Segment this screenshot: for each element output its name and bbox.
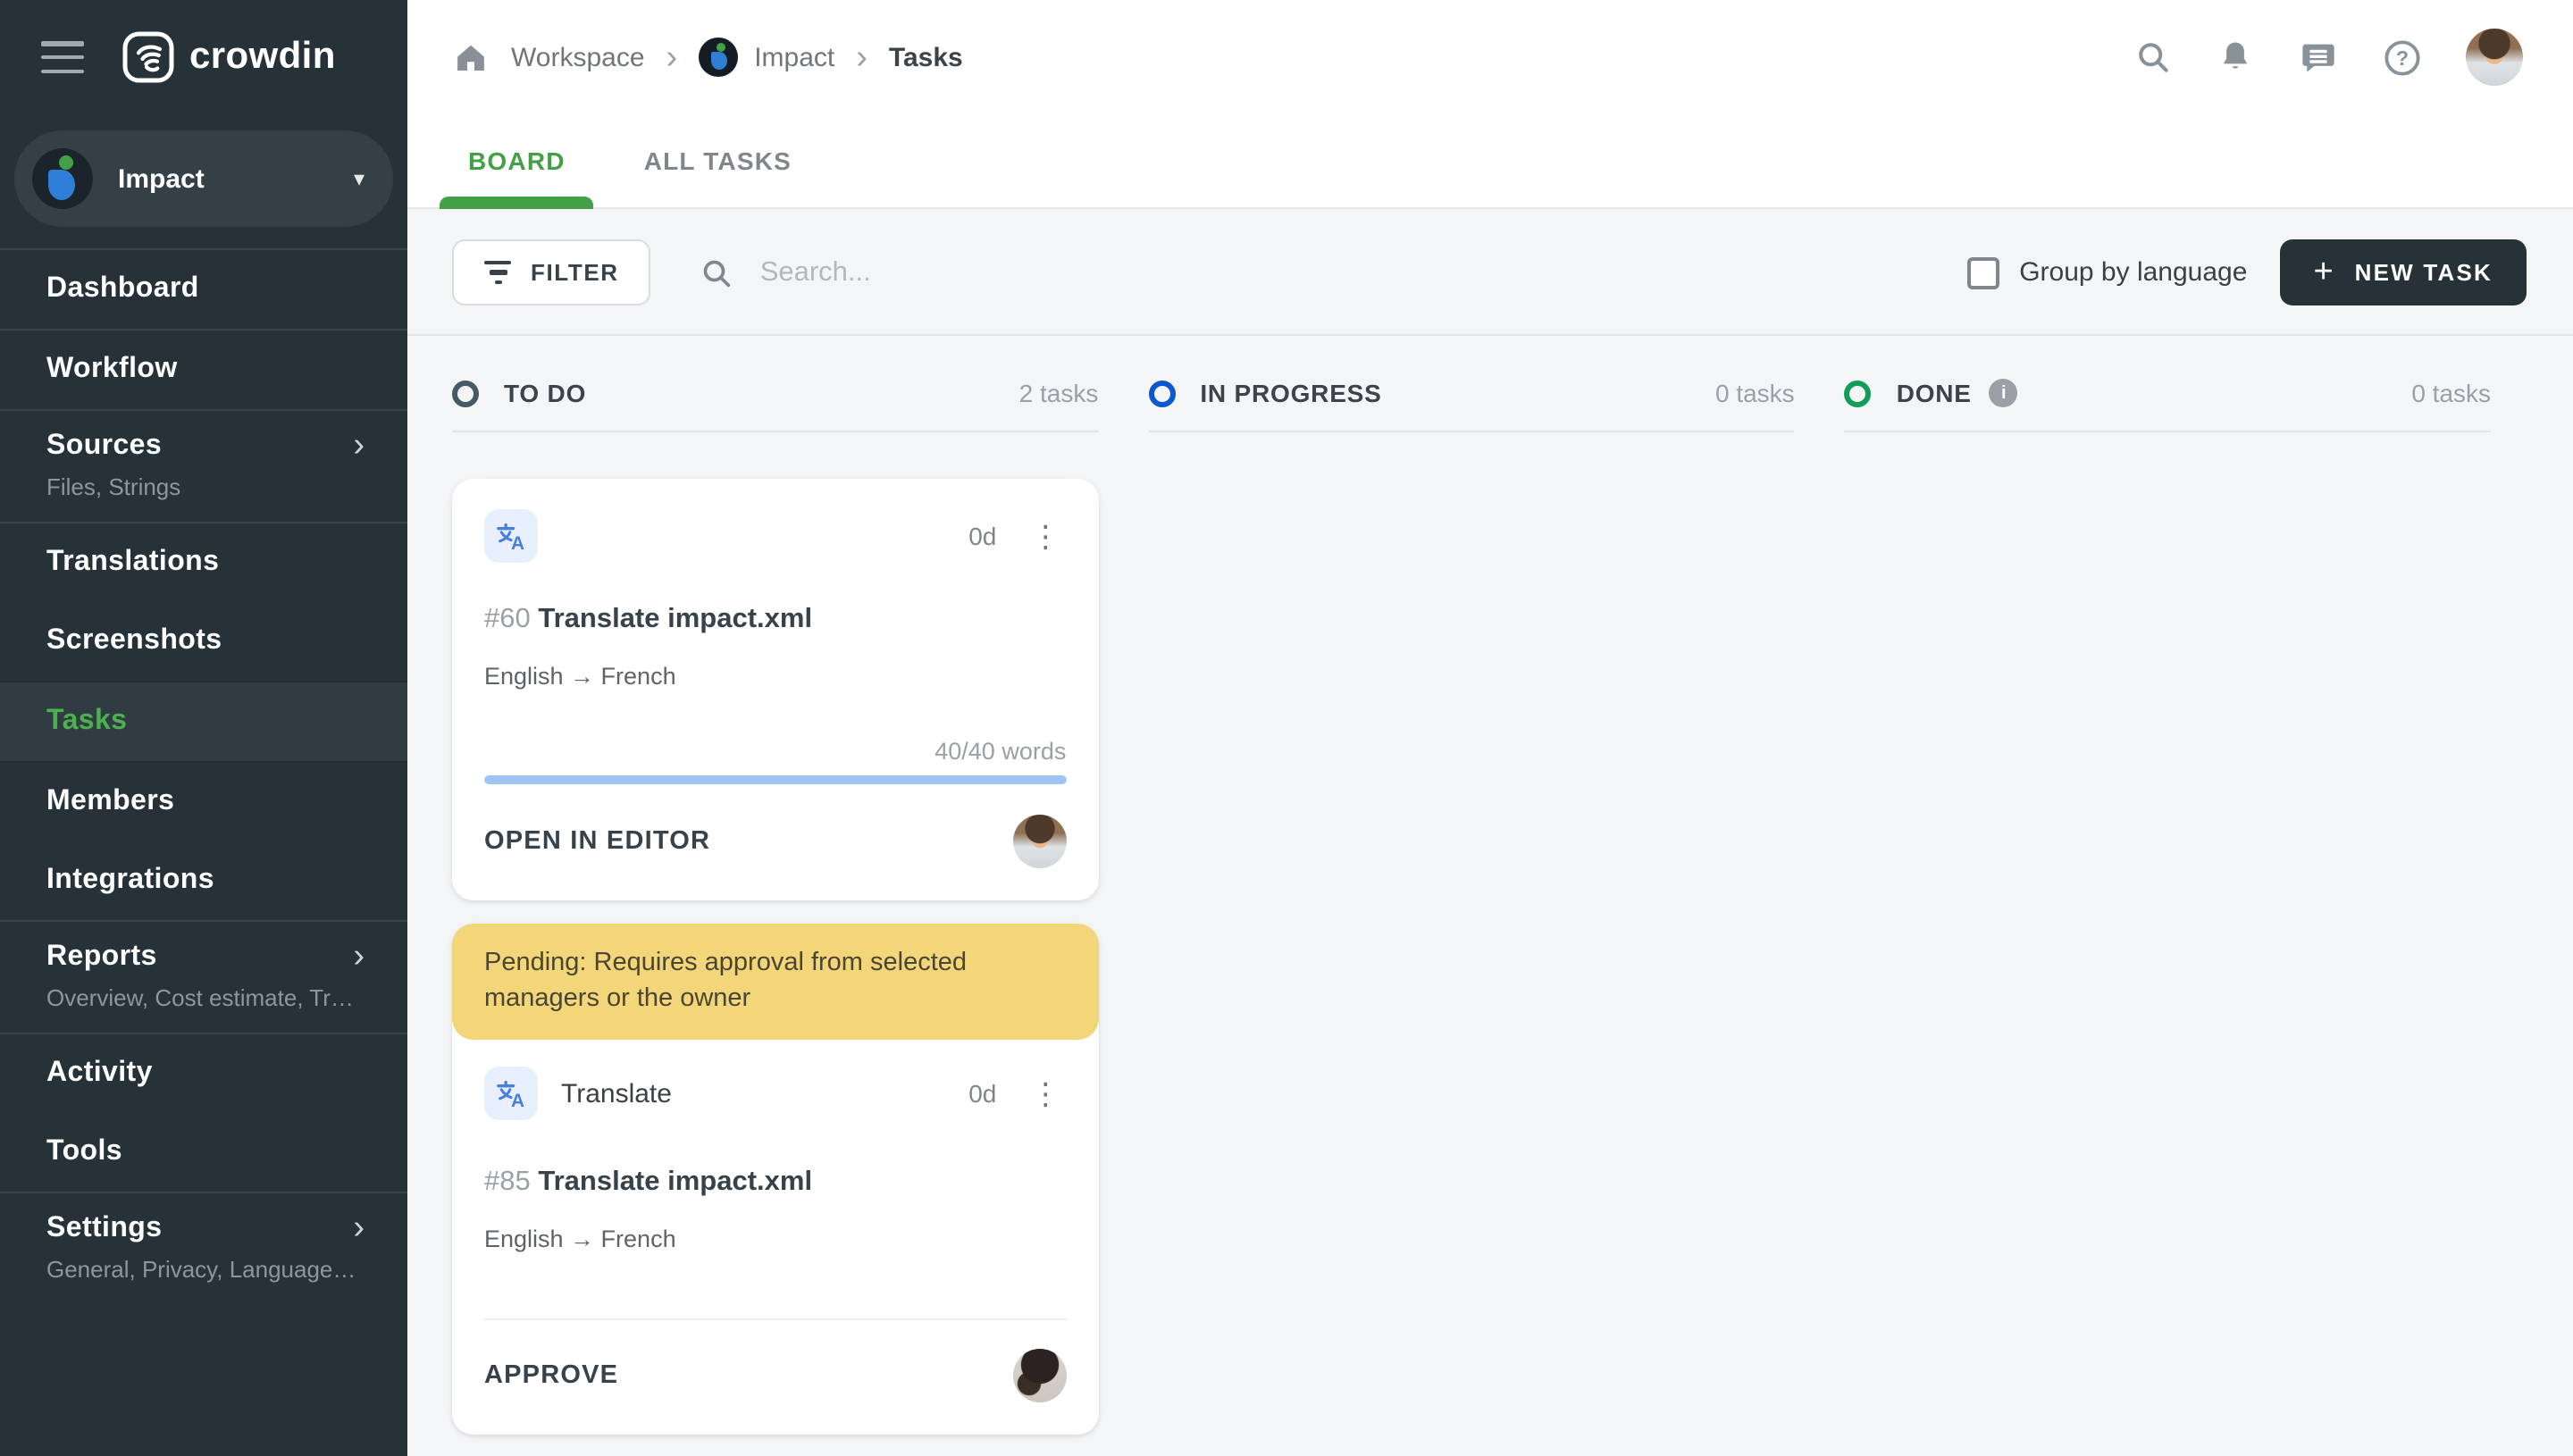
chevron-right-icon: › [353,427,365,464]
group-by-language-checkbox[interactable] [1967,256,2000,289]
pending-approval-banner: Pending: Requires approval from selected… [452,924,1099,1040]
page-header: Workspace › Impact › Tasks ? BOARD ALL T… [407,0,2573,209]
breadcrumb-workspace[interactable]: Workspace [511,42,645,72]
tabs: BOARD ALL TASKS [407,113,842,209]
sidebar-item-integrations[interactable]: Integrations [0,841,407,922]
svg-text:A: A [511,1091,524,1111]
sidebar-item-tools[interactable]: Tools [0,1113,407,1193]
sidebar-item-screenshots[interactable]: Screenshots [0,602,407,681]
task-card-85[interactable]: Pending: Requires approval from selected… [452,924,1099,1435]
help-icon[interactable]: ? [2382,37,2423,78]
task-id: #60 [484,604,531,634]
home-icon[interactable] [452,38,490,76]
new-task-button[interactable]: + NEW TASK [2279,239,2527,305]
header-actions: ? [2133,29,2523,86]
assignee-avatar [1012,815,1067,868]
chevron-down-icon: ▾ [353,166,365,191]
svg-text:A: A [511,533,524,554]
task-due: 0d [968,522,997,550]
sidebar-item-settings[interactable]: Settings › General, Privacy, Languages, … [0,1193,407,1304]
sidebar-item-subtitle: General, Privacy, Languages, Q… [46,1256,365,1283]
card-divider [484,1318,1067,1320]
approve-button[interactable]: APPROVE [484,1361,618,1390]
column-done: DONE i 0 tasks [1844,379,2492,1435]
breadcrumb-separator-icon: › [856,38,867,76]
breadcrumb-separator-icon: › [666,38,678,76]
assignee-avatar [1012,1349,1067,1402]
task-words-progress: 40/40 words [934,738,1067,765]
sidebar-item-translations[interactable]: Translations [0,523,407,602]
info-icon[interactable]: i [1989,379,2018,407]
sidebar-item-subtitle: Files, Strings [46,473,181,500]
translate-task-icon: A [484,509,538,563]
crowdin-tasks-page: crowdin Impact ▾ Dashboard Workflow Sour… [0,0,2573,1456]
kanban-board: TO DO 2 tasks A 0d ⋮ #60 Translate impac… [407,336,2573,1435]
sidebar-item-tasks[interactable]: Tasks [0,681,407,763]
task-due: 0d [968,1079,997,1108]
brand-name: crowdin [189,36,336,77]
column-header-in-progress: IN PROGRESS 0 tasks [1148,379,1795,432]
plus-icon: + [2313,253,2334,290]
sidebar-item-reports[interactable]: Reports › Overview, Cost estimate, Trans… [0,922,407,1034]
messages-icon[interactable] [2298,37,2339,78]
sidebar-item-activity[interactable]: Activity [0,1034,407,1113]
tab-all-tasks[interactable]: ALL TASKS [616,113,820,207]
task-language-pair: English → French [484,1226,676,1252]
task-card-60[interactable]: A 0d ⋮ #60 Translate impact.xml English … [452,479,1099,900]
toolbar: FILTER Group by language + NEW TASK [452,239,2527,305]
project-avatar [32,148,93,209]
task-language-pair: English → French [484,663,676,690]
tab-board[interactable]: BOARD [440,113,594,209]
todo-status-icon [452,380,479,406]
sidebar-item-sources[interactable]: Sources › Files, Strings [0,411,407,523]
task-id: #85 [484,1167,531,1197]
project-switcher[interactable]: Impact ▾ [14,130,393,227]
in-progress-status-icon [1148,380,1176,406]
project-name: Impact [118,163,205,194]
search-input[interactable] [756,255,1328,290]
breadcrumb-project-avatar [699,38,739,77]
search-icon [704,259,731,287]
chevron-right-icon: › [353,938,365,975]
filter-button[interactable]: FILTER [452,239,651,305]
user-avatar[interactable] [2466,29,2523,86]
sidebar-item-subtitle: Overview, Cost estimate, Transl… [46,984,365,1011]
hamburger-menu-icon[interactable] [41,41,84,73]
breadcrumb: Workspace › Impact › Tasks ? [407,0,2573,114]
sidebar-menu: Dashboard Workflow Sources › Files, Stri… [0,248,407,1304]
crowdin-logo[interactable]: crowdin [122,30,336,84]
svg-text:?: ? [2396,46,2409,69]
column-count: 2 tasks [1018,379,1099,407]
active-tab-indicator [440,197,594,209]
board-content: FILTER Group by language + NEW TASK [407,209,2573,1456]
translate-task-icon: A [484,1067,538,1120]
notifications-bell-icon[interactable] [2216,38,2255,77]
sidebar-item-dashboard[interactable]: Dashboard [0,250,407,331]
task-title: #85 Translate impact.xml [484,1167,813,1197]
done-status-icon [1844,380,1872,406]
task-type-label: Translate [561,1078,672,1109]
filter-icon [484,260,511,285]
group-by-language-label[interactable]: Group by language [2019,257,2247,288]
sidebar: crowdin Impact ▾ Dashboard Workflow Sour… [0,0,407,1456]
column-header-todo: TO DO 2 tasks [452,379,1099,432]
sidebar-item-workflow[interactable]: Workflow [0,331,407,411]
task-progress-fill [484,775,1067,784]
column-in-progress: IN PROGRESS 0 tasks [1148,379,1795,1435]
task-menu-icon[interactable]: ⋮ [1025,517,1066,555]
column-count: 0 tasks [1714,379,1795,407]
chevron-right-icon: › [353,1209,365,1247]
search-icon[interactable] [2133,38,2173,77]
column-count: 0 tasks [2411,379,2492,407]
task-title: #60 Translate impact.xml [484,604,813,634]
column-todo: TO DO 2 tasks A 0d ⋮ #60 Translate impac… [452,379,1099,1435]
crowdin-logo-icon [122,31,174,83]
task-progress-bar [484,775,1067,784]
breadcrumb-current-page: Tasks [888,42,963,72]
open-in-editor-button[interactable]: OPEN IN EDITOR [484,827,710,856]
breadcrumb-project[interactable]: Impact [754,42,834,72]
task-menu-icon[interactable]: ⋮ [1025,1075,1066,1112]
sidebar-item-members[interactable]: Members [0,763,407,841]
column-header-done: DONE i 0 tasks [1844,379,2492,432]
